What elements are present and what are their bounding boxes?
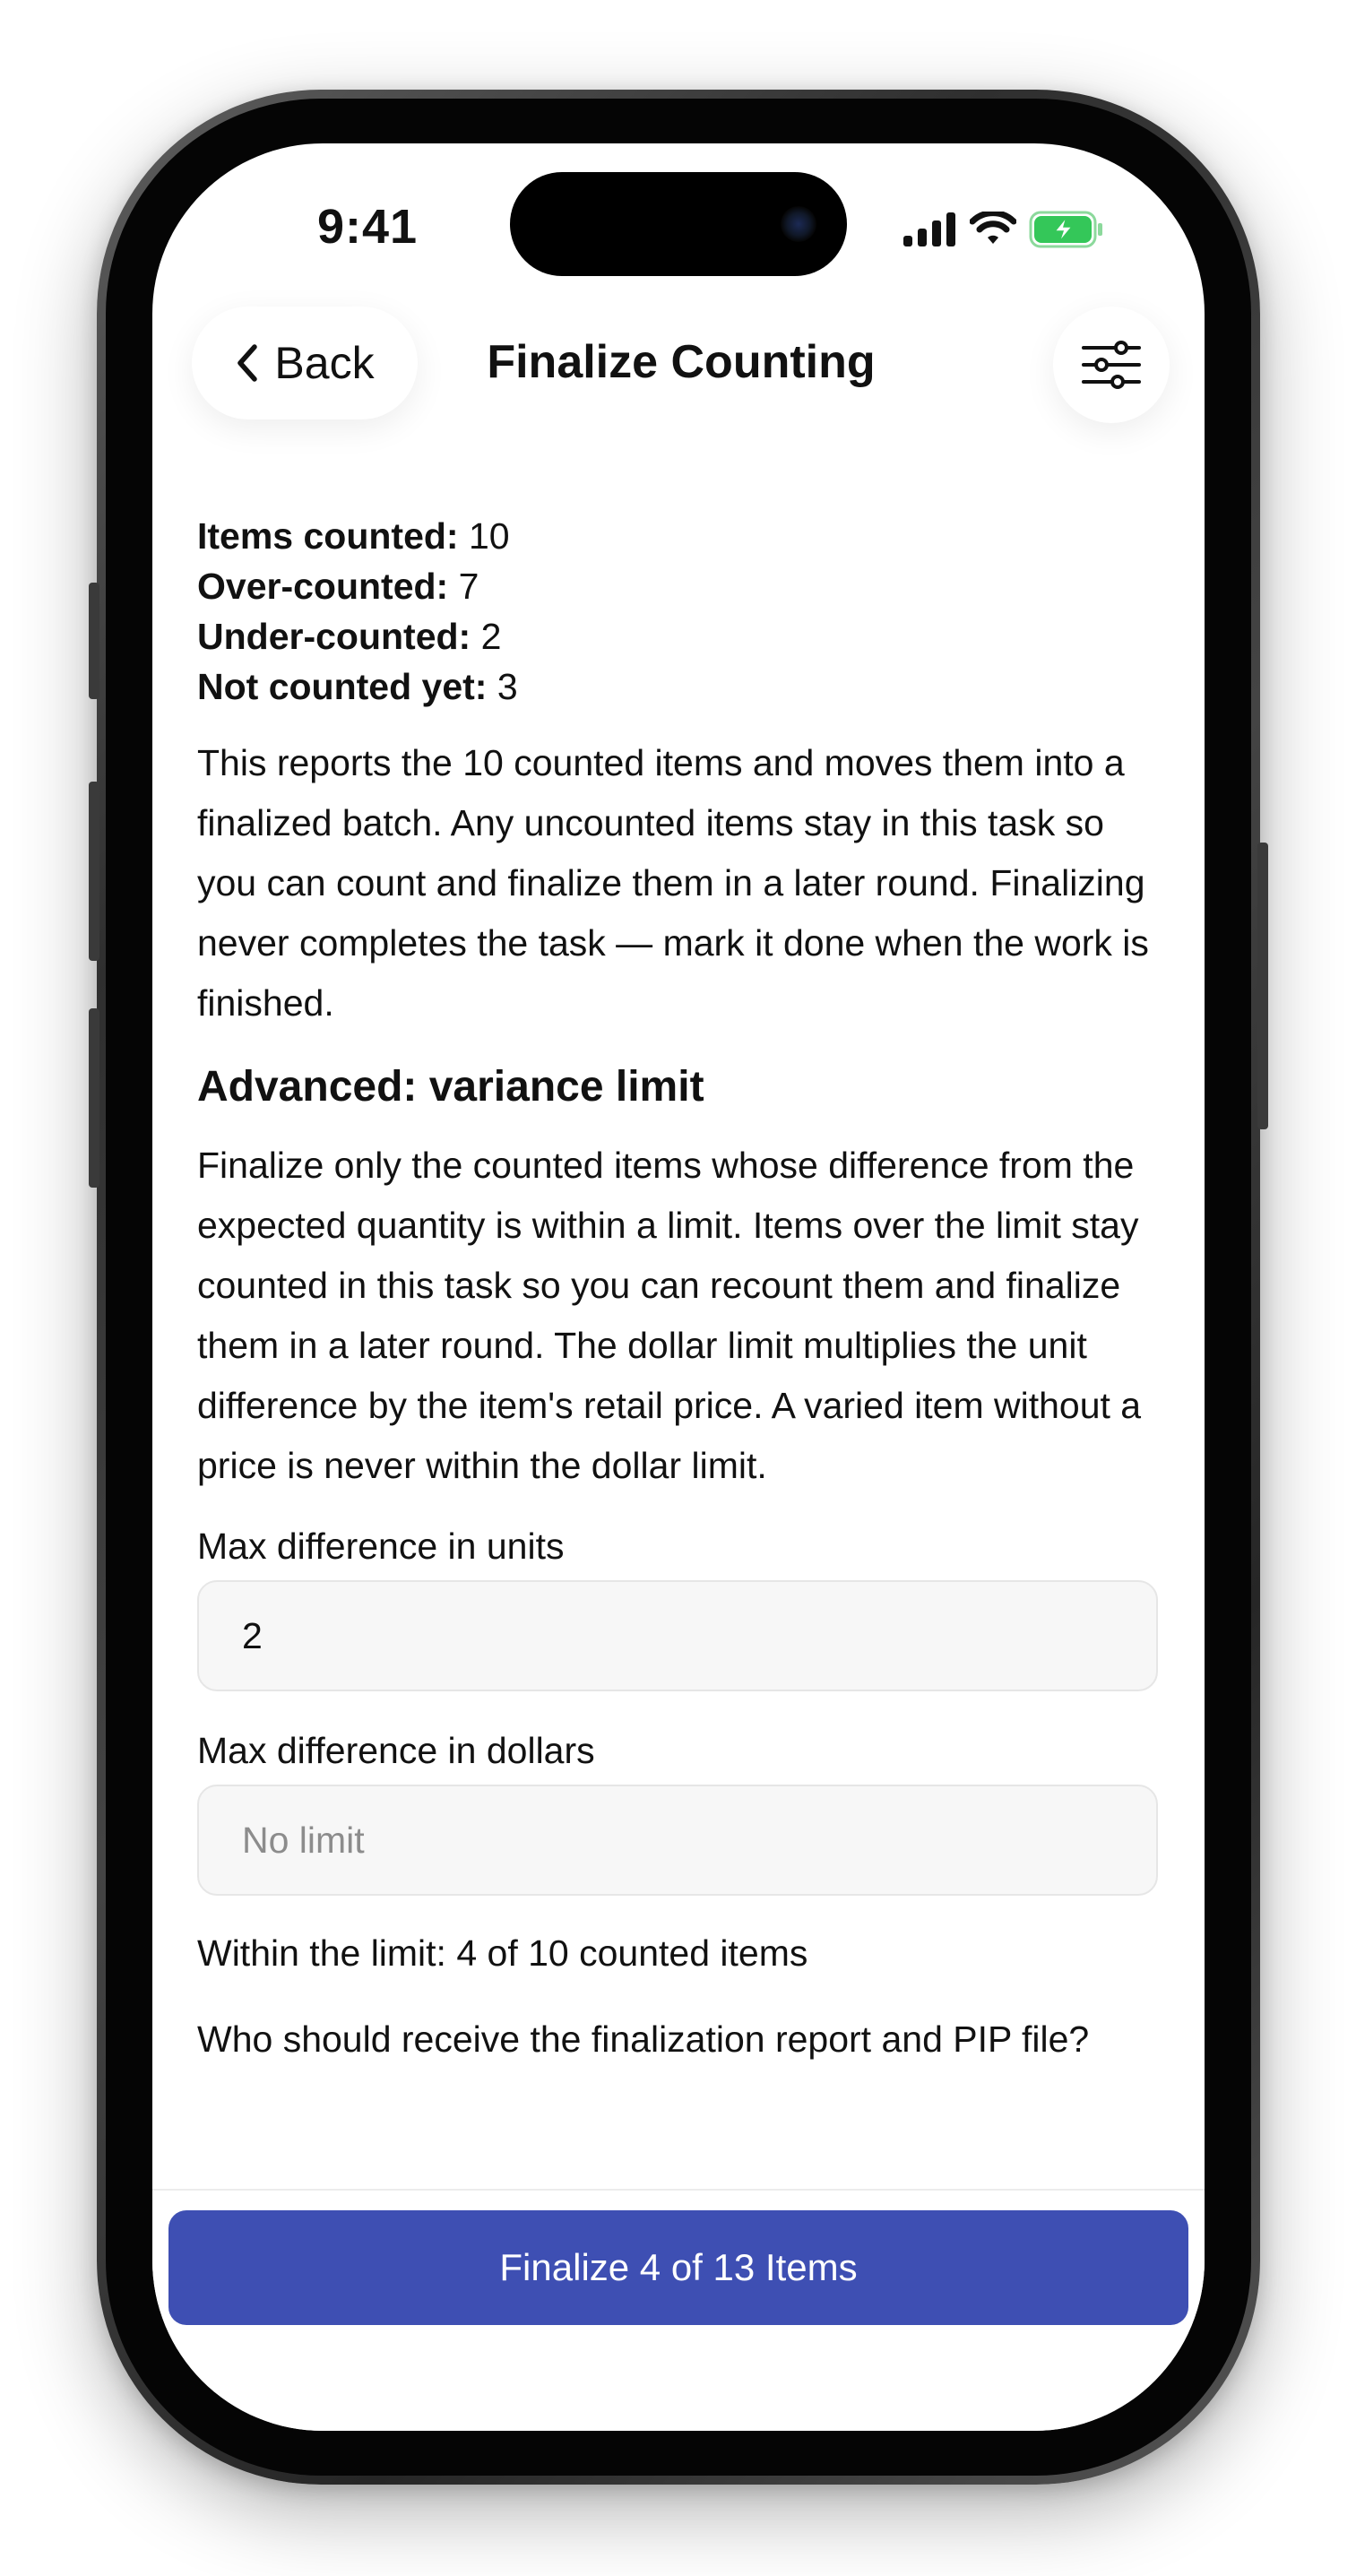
summary-not-counted: Not counted yet: 3	[197, 661, 1162, 712]
finalize-button[interactable]: Finalize 4 of 13 Items	[168, 2210, 1188, 2325]
summary-over-counted: Over-counted: 7	[197, 561, 1162, 611]
chevron-left-icon	[238, 344, 258, 382]
volume-up-button	[89, 782, 99, 961]
summary-label: Under-counted:	[197, 616, 471, 657]
summary-value: 2	[480, 616, 502, 657]
action-button	[89, 583, 99, 699]
sliders-icon	[1082, 341, 1141, 389]
status-icons	[903, 210, 1104, 249]
bottom-divider	[152, 2189, 1205, 2191]
power-button	[1257, 843, 1268, 1129]
dollars-field-label: Max difference in dollars	[197, 1730, 595, 1771]
cellular-signal-icon	[903, 212, 955, 246]
summary-label: Not counted yet:	[197, 666, 488, 707]
summary-value: 10	[469, 515, 510, 557]
intro-paragraph: This reports the 10 counted items and mo…	[197, 742, 1149, 1024]
back-button[interactable]: Back	[192, 307, 418, 419]
summary-items-counted: Items counted: 10	[197, 511, 1162, 561]
max-dollars-input[interactable]: No limit	[197, 1785, 1158, 1896]
within-limit-text: Within the limit: 4 of 10 counted items	[197, 1932, 808, 1974]
recipient-prompt: Who should receive the finalization repo…	[197, 2018, 1090, 2060]
advanced-section-title: Advanced: variance limit	[197, 1063, 704, 1111]
summary-label: Over-counted:	[197, 566, 449, 607]
status-time: 9:41	[316, 200, 419, 254]
summary-value: 3	[497, 666, 518, 707]
battery-charging-icon	[1029, 211, 1102, 248]
main-content: Items counted: 10 Over-counted: 7 Under-…	[197, 511, 1162, 2064]
advanced-description: Finalize only the counted items whose di…	[197, 1145, 1142, 1486]
summary-under-counted: Under-counted: 2	[197, 611, 1162, 661]
page-title: Finalize Counting	[487, 336, 876, 388]
camera-icon	[781, 206, 816, 242]
screen: 9:41 Back Finalize Counting Items counte…	[152, 143, 1205, 2431]
summary-value: 7	[458, 566, 479, 607]
max-units-input[interactable]: 2	[197, 1580, 1158, 1691]
dynamic-island	[510, 172, 847, 276]
filter-button[interactable]	[1053, 307, 1170, 423]
volume-down-button	[89, 1008, 99, 1188]
units-field-label: Max difference in units	[197, 1526, 565, 1567]
wifi-icon	[970, 212, 1016, 244]
back-label: Back	[274, 338, 375, 388]
summary-label: Items counted:	[197, 515, 459, 557]
stage: 9:41 Back Finalize Counting Items counte…	[0, 0, 1356, 2576]
